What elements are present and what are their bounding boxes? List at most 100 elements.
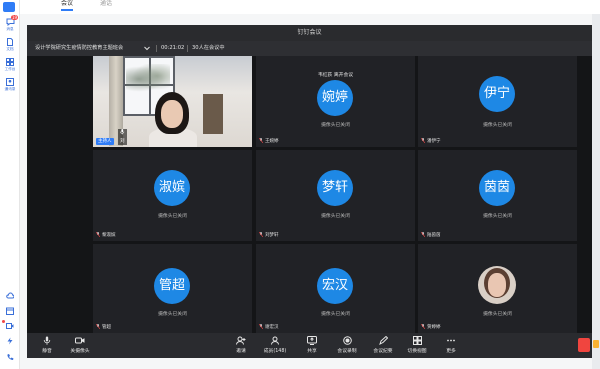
host-name: 刘 (118, 129, 127, 145)
avatar: 婉婷 (317, 80, 353, 116)
camera-off-text: 摄像头已关闭 (321, 312, 350, 317)
chevron-down-icon[interactable] (144, 46, 150, 51)
leave-meeting-button[interactable] (578, 338, 590, 352)
unread-badge: 19 (11, 15, 19, 20)
app-sidebar: 19 消息 文档 工作台 通讯录 (0, 0, 20, 369)
video-grid: 主持人 刘 韦红荻 离开会议 婉婷 摄像头已关闭 王婉婷 伊宁 摄像头已关闭 潘… (27, 56, 592, 333)
mute-button[interactable]: 静音 (37, 336, 57, 354)
sidebar-item-contacts[interactable]: 通讯录 (1, 78, 19, 91)
phone-icon[interactable] (1, 353, 19, 361)
microphone-muted-icon (421, 138, 425, 143)
minutes-icon (378, 336, 388, 345)
members-icon (271, 336, 279, 345)
avatar: 伊宁 (479, 76, 515, 112)
meeting-icon[interactable] (1, 320, 19, 330)
host-badge: 主持人 (96, 138, 114, 145)
participant-count: 30人在会议中 (192, 45, 225, 51)
microphone-muted-icon (259, 324, 263, 329)
participant-name: 贺婷婷 (421, 324, 441, 331)
participant-name: 陆茵茵 (421, 232, 441, 239)
avatar: 宏汉 (317, 268, 353, 304)
participant-tile[interactable]: 茵茵 摄像头已关闭 陆茵茵 (418, 150, 577, 241)
microphone-muted-icon (96, 232, 100, 237)
participant-name: 黎淑嫔 (96, 232, 116, 239)
camera-off-text: 摄像头已关闭 (483, 123, 512, 128)
meeting-name[interactable]: 设计学院研究生疫情防控教育主题班会 (35, 41, 123, 56)
avatar: 梦轩 (317, 170, 353, 206)
participant-tile[interactable]: 韦红荻 离开会议 婉婷 摄像头已关闭 王婉婷 (256, 56, 415, 147)
camera-off-text: 摄像头已关闭 (321, 123, 350, 128)
toolbar-label: 静音 (42, 349, 52, 354)
record-icon (342, 336, 352, 345)
microphone-icon (43, 336, 51, 345)
flash-icon[interactable] (1, 337, 19, 345)
leave-notice: 韦红荻 离开会议 (317, 73, 354, 78)
toolbar-label: 会议录制 (337, 349, 357, 354)
camera-off-text: 摄像头已关闭 (158, 312, 187, 317)
meeting-info-bar: 设计学院研究生疫情防控教育主题班会 00:21:02 30人在会议中 (27, 41, 592, 56)
sidebar-item-label: 工作台 (4, 66, 16, 71)
participant-name: 潘伊宁 (421, 138, 441, 145)
host-tabs: 会议 通话 (20, 0, 600, 14)
share-button[interactable]: 共享 (301, 336, 323, 354)
avatar: 茵茵 (479, 170, 515, 206)
microphone-icon (120, 129, 125, 135)
grid-view-icon (412, 336, 422, 345)
video-tile-host[interactable]: 主持人 刘 (93, 56, 252, 147)
participant-name: 管超 (96, 324, 111, 331)
desktop: 19 消息 文档 工作台 通讯录 会议 通话 钉钉会议 设计学院研究生疫情防控教… (0, 0, 600, 369)
microphone-muted-icon (259, 232, 263, 237)
camera-icon (75, 337, 85, 344)
microphone-muted-icon (96, 324, 100, 329)
members-button[interactable]: 成员(148) (259, 336, 291, 354)
microphone-muted-icon (421, 232, 425, 237)
meeting-toolbar: 静音 关摄像头 邀请 成员(148) 共享 会议录制 会议纪要 切换视图 更多 (27, 333, 592, 358)
participant-tile[interactable]: 摄像头已关闭 贺婷婷 (418, 244, 577, 333)
cloud-icon[interactable] (1, 292, 19, 299)
switch-view-button[interactable]: 切换视图 (403, 336, 431, 354)
participant-tile[interactable]: 梦轩 摄像头已关闭 刘梦轩 (256, 150, 415, 241)
workbench-icon (6, 58, 14, 66)
tab-calls[interactable]: 通话 (100, 0, 112, 8)
sidebar-item-label: 消息 (6, 26, 14, 31)
sidebar-item-docs[interactable]: 文档 (1, 38, 19, 51)
participant-name: 谢宏汉 (259, 324, 279, 331)
notification-icon[interactable] (593, 340, 599, 348)
toolbar-label: 切换视图 (407, 349, 427, 354)
camera-toggle-button[interactable]: 关摄像头 (65, 336, 95, 354)
invite-button[interactable]: 邀请 (229, 336, 253, 354)
invite-icon (236, 336, 246, 345)
participant-name: 王婉婷 (259, 138, 279, 145)
camera-off-text: 摄像头已关闭 (483, 214, 512, 219)
microphone-muted-icon (421, 324, 425, 329)
toolbar-label: 成员(148) (263, 349, 287, 354)
window-title: 钉钉会议 (27, 25, 592, 41)
toolbar-label: 会议纪要 (373, 349, 393, 354)
microphone-muted-icon (259, 138, 263, 143)
avatar: 管超 (154, 268, 190, 304)
participant-tile[interactable]: 管超 摄像头已关闭 管超 (93, 244, 252, 333)
sidebar-item-messages[interactable]: 19 消息 (1, 15, 19, 31)
document-icon (7, 38, 13, 46)
toolbar-label: 邀请 (236, 349, 246, 354)
minutes-button[interactable]: 会议纪要 (369, 336, 397, 354)
avatar: 淑嫔 (154, 170, 190, 206)
background-tree (126, 64, 170, 94)
calendar-icon[interactable] (1, 307, 19, 315)
right-panel-edge (592, 14, 600, 369)
sidebar-item-workbench[interactable]: 工作台 (1, 58, 19, 71)
sidebar-item-label: 文档 (6, 46, 14, 51)
participant-tile[interactable]: 伊宁 摄像头已关闭 潘伊宁 (418, 56, 577, 147)
tab-meetings[interactable]: 会议 (61, 0, 74, 11)
meeting-window: 钉钉会议 设计学院研究生疫情防控教育主题班会 00:21:02 30人在会议中 … (27, 25, 592, 358)
record-button[interactable]: 会议录制 (333, 336, 361, 354)
app-logo[interactable] (3, 2, 15, 12)
sidebar-item-label: 通讯录 (4, 86, 16, 91)
camera-off-text: 摄像头已关闭 (321, 214, 350, 219)
participant-tile[interactable]: 宏汉 摄像头已关闭 谢宏汉 (256, 244, 415, 333)
toolbar-label: 共享 (307, 349, 317, 354)
profile-photo (478, 266, 516, 304)
camera-off-text: 摄像头已关闭 (483, 312, 512, 317)
participant-tile[interactable]: 淑嫔 摄像头已关闭 黎淑嫔 (93, 150, 252, 241)
more-button[interactable]: 更多 (441, 336, 461, 354)
